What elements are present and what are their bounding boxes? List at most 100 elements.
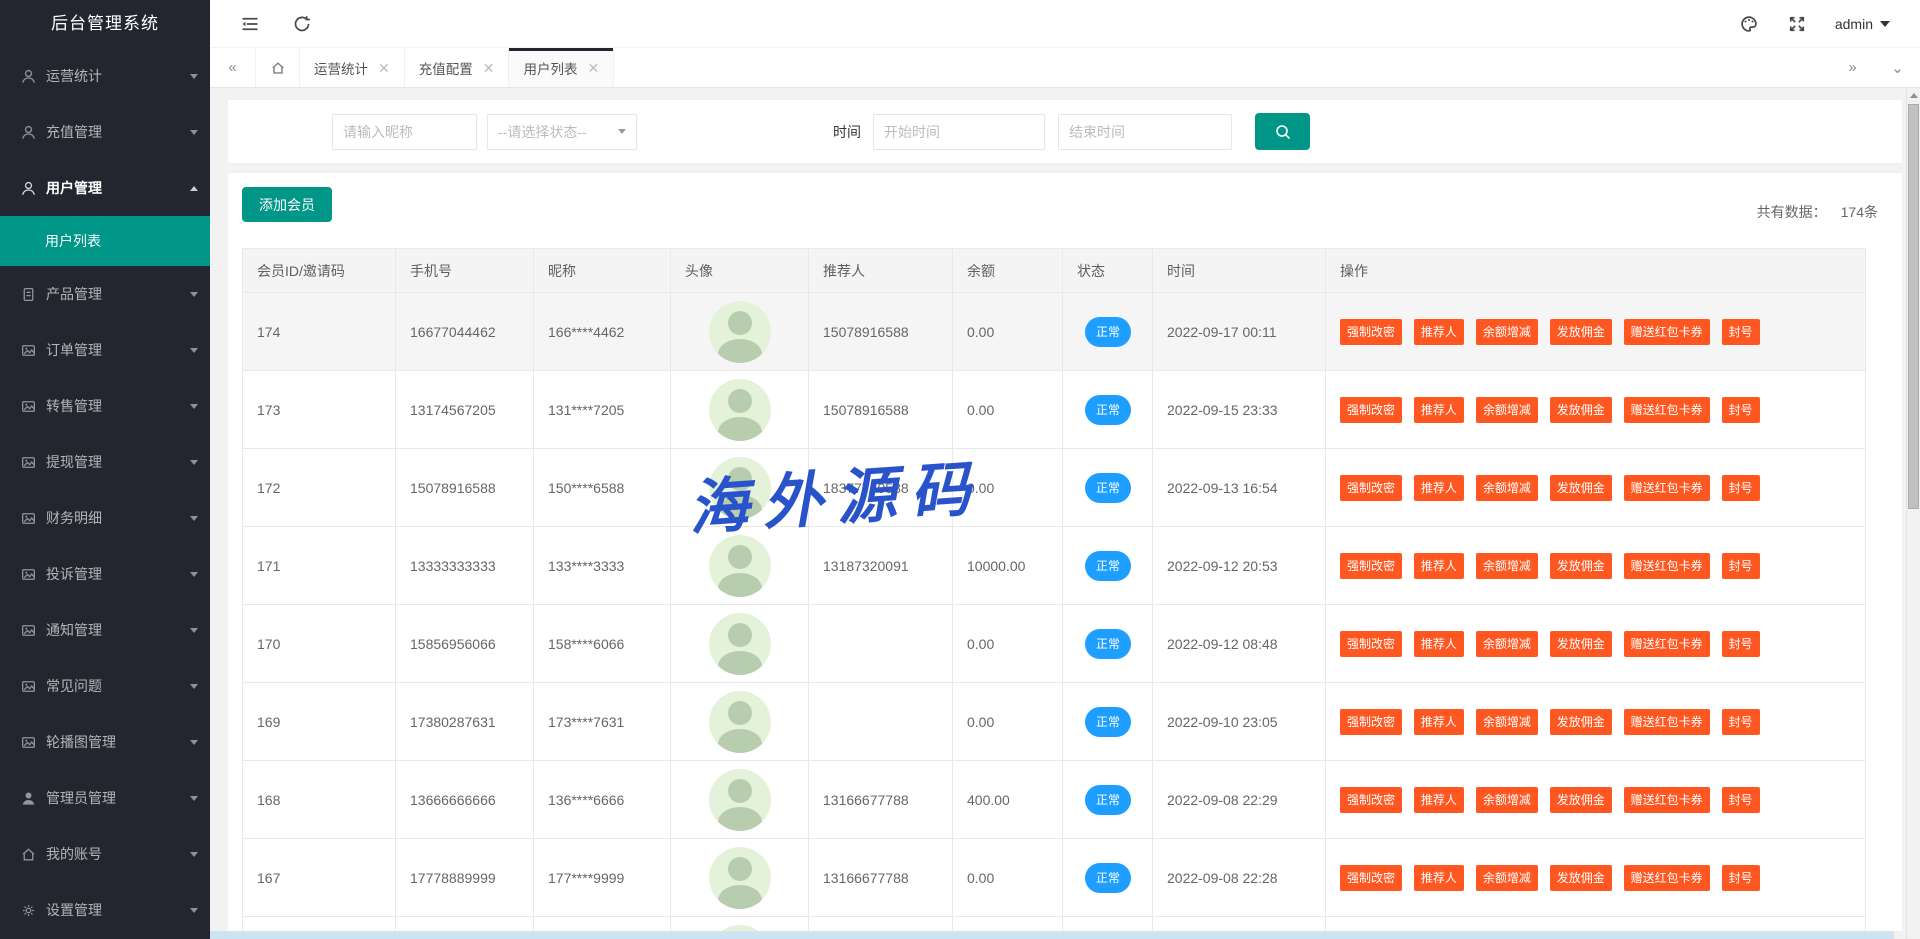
vertical-scrollbar[interactable] (1906, 88, 1920, 939)
force-password-button[interactable]: 强制改密 (1340, 865, 1402, 891)
ban-button[interactable]: 封号 (1722, 709, 1760, 735)
user-menu[interactable]: admin (1835, 16, 1890, 32)
horizontal-scrollbar-thumb[interactable] (210, 931, 1894, 939)
cell-avatar (671, 761, 809, 839)
balance-adjust-button[interactable]: 余额增减 (1476, 553, 1538, 579)
refresh-icon[interactable] (292, 14, 312, 34)
total-count: 共有数据：174条 (1757, 202, 1888, 222)
balance-adjust-button[interactable]: 余额增减 (1476, 475, 1538, 501)
sidebar-item-admins[interactable]: 管理员管理 (0, 770, 210, 826)
home-tab[interactable] (255, 48, 300, 87)
close-icon[interactable]: ✕ (378, 61, 390, 75)
force-password-button[interactable]: 强制改密 (1340, 397, 1402, 423)
referrer-button[interactable]: 推荐人 (1414, 475, 1464, 501)
ban-button[interactable]: 封号 (1722, 397, 1760, 423)
tabs-menu-icon[interactable]: ⌄ (1875, 48, 1920, 87)
sidebar-item-resale[interactable]: 转售管理 (0, 378, 210, 434)
force-password-button[interactable]: 强制改密 (1340, 475, 1402, 501)
cell-actions: 强制改密 推荐人 余额增减 发放佣金 赠送红包卡券 封号 (1326, 527, 1866, 605)
sidebar-item-carousel[interactable]: 轮播图管理 (0, 714, 210, 770)
grant-commission-button[interactable]: 发放佣金 (1550, 553, 1612, 579)
referrer-button[interactable]: 推荐人 (1414, 709, 1464, 735)
vertical-scrollbar-thumb[interactable] (1908, 104, 1919, 509)
balance-adjust-button[interactable]: 余额增减 (1476, 787, 1538, 813)
ban-button[interactable]: 封号 (1722, 319, 1760, 345)
cell-avatar (671, 293, 809, 371)
sidebar-item-complaints[interactable]: 投诉管理 (0, 546, 210, 602)
status-select[interactable]: --请选择状态-- (487, 114, 637, 150)
cell-balance: 0.00 (953, 371, 1063, 449)
end-time-input[interactable] (1058, 114, 1232, 150)
search-button[interactable] (1255, 113, 1310, 150)
force-password-button[interactable]: 强制改密 (1340, 631, 1402, 657)
sidebar-item-notifications[interactable]: 通知管理 (0, 602, 210, 658)
referrer-button[interactable]: 推荐人 (1414, 787, 1464, 813)
referrer-button[interactable]: 推荐人 (1414, 865, 1464, 891)
theme-palette-icon[interactable] (1739, 14, 1759, 34)
grant-commission-button[interactable]: 发放佣金 (1550, 397, 1612, 423)
balance-adjust-button[interactable]: 余额增减 (1476, 709, 1538, 735)
nickname-input[interactable] (332, 114, 477, 150)
gift-coupon-button[interactable]: 赠送红包卡券 (1624, 553, 1710, 579)
referrer-button[interactable]: 推荐人 (1414, 631, 1464, 657)
sidebar-item-users[interactable]: 用户管理 (0, 160, 210, 216)
ban-button[interactable]: 封号 (1722, 631, 1760, 657)
sidebar-item-my-account[interactable]: 我的账号 (0, 826, 210, 882)
close-icon[interactable]: ✕ (483, 61, 495, 75)
cell-actions: 强制改密 推荐人 余额增减 发放佣金 赠送红包卡券 封号 (1326, 371, 1866, 449)
sidebar-item-products[interactable]: 产品管理 (0, 266, 210, 322)
sidebar-item-finance[interactable]: 财务明细 (0, 490, 210, 546)
sidebar-item-orders[interactable]: 订单管理 (0, 322, 210, 378)
horizontal-scrollbar[interactable] (210, 931, 1906, 939)
ban-button[interactable]: 封号 (1722, 865, 1760, 891)
cell-status: 正常 (1063, 683, 1153, 761)
grant-commission-button[interactable]: 发放佣金 (1550, 475, 1612, 501)
balance-adjust-button[interactable]: 余额增减 (1476, 865, 1538, 891)
start-time-input[interactable] (873, 114, 1045, 150)
force-password-button[interactable]: 强制改密 (1340, 787, 1402, 813)
grant-commission-button[interactable]: 发放佣金 (1550, 709, 1612, 735)
grant-commission-button[interactable]: 发放佣金 (1550, 631, 1612, 657)
ban-button[interactable]: 封号 (1722, 787, 1760, 813)
referrer-button[interactable]: 推荐人 (1414, 319, 1464, 345)
gift-coupon-button[interactable]: 赠送红包卡券 (1624, 787, 1710, 813)
referrer-button[interactable]: 推荐人 (1414, 397, 1464, 423)
tab-user-list[interactable]: 用户列表 ✕ (509, 48, 614, 87)
gift-coupon-button[interactable]: 赠送红包卡券 (1624, 397, 1710, 423)
tabs-scroll-left-icon[interactable]: « (210, 48, 255, 87)
avatar (709, 535, 771, 597)
gift-coupon-button[interactable]: 赠送红包卡券 (1624, 319, 1710, 345)
sidebar-item-recharge[interactable]: 充值管理 (0, 104, 210, 160)
fullscreen-icon[interactable] (1787, 14, 1807, 34)
force-password-button[interactable]: 强制改密 (1340, 319, 1402, 345)
gift-coupon-button[interactable]: 赠送红包卡券 (1624, 631, 1710, 657)
tab-operations[interactable]: 运营统计 ✕ (300, 48, 405, 87)
chevron-down-icon (618, 129, 626, 134)
grant-commission-button[interactable]: 发放佣金 (1550, 865, 1612, 891)
ban-button[interactable]: 封号 (1722, 475, 1760, 501)
sidebar-item-settings[interactable]: 设置管理 (0, 882, 210, 938)
scroll-up-icon[interactable] (1910, 93, 1918, 98)
collapse-menu-icon[interactable] (240, 14, 260, 34)
sidebar-item-user-list[interactable]: 用户列表 (0, 216, 210, 266)
tabs-scroll-right-icon[interactable]: » (1830, 48, 1875, 87)
sidebar-item-faq[interactable]: 常见问题 (0, 658, 210, 714)
ban-button[interactable]: 封号 (1722, 553, 1760, 579)
grant-commission-button[interactable]: 发放佣金 (1550, 787, 1612, 813)
gift-coupon-button[interactable]: 赠送红包卡券 (1624, 709, 1710, 735)
sidebar-item-withdrawal[interactable]: 提现管理 (0, 434, 210, 490)
close-icon[interactable]: ✕ (587, 61, 599, 75)
referrer-button[interactable]: 推荐人 (1414, 553, 1464, 579)
cell-member-id: 167 (243, 839, 396, 917)
tab-recharge-config[interactable]: 充值配置 ✕ (405, 48, 510, 87)
balance-adjust-button[interactable]: 余额增减 (1476, 397, 1538, 423)
balance-adjust-button[interactable]: 余额增减 (1476, 319, 1538, 345)
force-password-button[interactable]: 强制改密 (1340, 709, 1402, 735)
add-member-button[interactable]: 添加会员 (242, 187, 332, 222)
force-password-button[interactable]: 强制改密 (1340, 553, 1402, 579)
sidebar-item-operations[interactable]: 运营统计 (0, 48, 210, 104)
gift-coupon-button[interactable]: 赠送红包卡券 (1624, 865, 1710, 891)
gift-coupon-button[interactable]: 赠送红包卡券 (1624, 475, 1710, 501)
balance-adjust-button[interactable]: 余额增减 (1476, 631, 1538, 657)
grant-commission-button[interactable]: 发放佣金 (1550, 319, 1612, 345)
